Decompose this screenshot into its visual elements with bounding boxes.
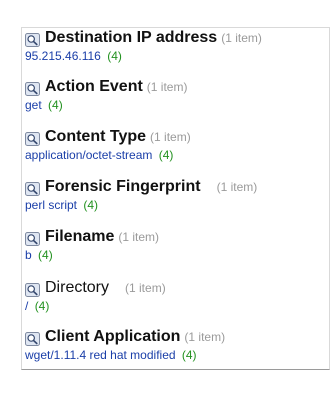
facet-header[interactable]: Action Event (1 item) bbox=[25, 78, 325, 97]
magnifier-icon[interactable] bbox=[25, 282, 40, 297]
facet-title: Directory bbox=[45, 279, 110, 296]
facet-item-count: (1 item) bbox=[125, 281, 166, 295]
facet-item-count: (1 item) bbox=[184, 330, 226, 344]
facet-header[interactable]: Destination IP address (1 item) bbox=[25, 29, 325, 48]
facet-value-row: perl script (4) bbox=[25, 198, 325, 212]
facet-value-row: / (4) bbox=[25, 299, 325, 313]
facet-value-link[interactable]: b bbox=[25, 248, 32, 262]
facet-item-count: (1 item) bbox=[118, 230, 160, 244]
facet-value-link[interactable]: wget/1.11.4 red hat modified bbox=[25, 348, 176, 362]
facet-item-count: (1 item) bbox=[221, 31, 262, 45]
facet-value-link[interactable]: 95.215.46.116 bbox=[25, 49, 101, 63]
facet-title: Destination IP address bbox=[45, 29, 218, 46]
facet-filename: Filename (1 item) b (4) bbox=[25, 228, 325, 262]
facet-value-row: application/octet-stream (4) bbox=[25, 148, 325, 162]
facet-header[interactable]: Content Type (1 item) bbox=[25, 128, 325, 147]
facet-value-count: (4) bbox=[34, 299, 50, 313]
magnifier-icon[interactable] bbox=[25, 331, 40, 346]
facet-item-count: (1 item) bbox=[146, 80, 188, 94]
facet-header[interactable]: Forensic Fingerprint (1 item) bbox=[25, 178, 325, 197]
facet-value-link[interactable]: / bbox=[25, 299, 28, 313]
facet-item-count: (1 item) bbox=[216, 180, 258, 194]
facet-panel: Destination IP address (1 item) 95.215.4… bbox=[21, 27, 330, 370]
facet-title: Forensic Fingerprint bbox=[45, 178, 201, 195]
magnifier-icon[interactable] bbox=[25, 231, 40, 246]
facet-forensic-fingerprint: Forensic Fingerprint (1 item) perl scrip… bbox=[25, 178, 325, 212]
magnifier-icon[interactable] bbox=[25, 131, 40, 146]
facet-value-count: (4) bbox=[48, 98, 63, 112]
facet-value-count: (4) bbox=[107, 49, 122, 63]
facet-value-link[interactable]: application/octet-stream bbox=[25, 148, 152, 162]
facet-header[interactable]: Directory (1 item) bbox=[25, 279, 325, 298]
facet-header[interactable]: Filename (1 item) bbox=[25, 228, 325, 247]
facet-header[interactable]: Client Application (1 item) bbox=[25, 328, 325, 347]
facet-destination-ip: Destination IP address (1 item) 95.215.4… bbox=[25, 29, 325, 63]
facet-value-row: b (4) bbox=[25, 248, 325, 262]
facet-title: Client Application bbox=[45, 328, 181, 345]
facet-value-count: (4) bbox=[38, 248, 53, 262]
facet-value-row: get (4) bbox=[25, 98, 325, 112]
facet-value-link[interactable]: perl script bbox=[25, 198, 77, 212]
facet-value-row: wget/1.11.4 red hat modified (4) bbox=[25, 348, 325, 362]
page-top-edge bbox=[0, 0, 330, 3]
facet-item-count: (1 item) bbox=[150, 130, 191, 144]
facet-value-count: (4) bbox=[181, 348, 197, 362]
facet-title: Action Event bbox=[45, 78, 143, 95]
magnifier-icon[interactable] bbox=[25, 32, 40, 47]
facet-client-application: Client Application (1 item) wget/1.11.4 … bbox=[25, 328, 325, 362]
magnifier-icon[interactable] bbox=[25, 181, 40, 196]
facet-value-count: (4) bbox=[83, 198, 99, 212]
facet-value-count: (4) bbox=[158, 148, 174, 162]
facet-action-event: Action Event (1 item) get (4) bbox=[25, 78, 325, 112]
facet-title: Filename bbox=[45, 228, 115, 245]
facet-value-row: 95.215.46.116 (4) bbox=[25, 49, 325, 63]
facet-value-link[interactable]: get bbox=[25, 98, 42, 112]
magnifier-icon[interactable] bbox=[25, 81, 40, 96]
facet-directory: Directory (1 item) / (4) bbox=[25, 279, 325, 313]
facet-title: Content Type bbox=[45, 128, 147, 145]
facet-content-type: Content Type (1 item) application/octet-… bbox=[25, 128, 325, 162]
